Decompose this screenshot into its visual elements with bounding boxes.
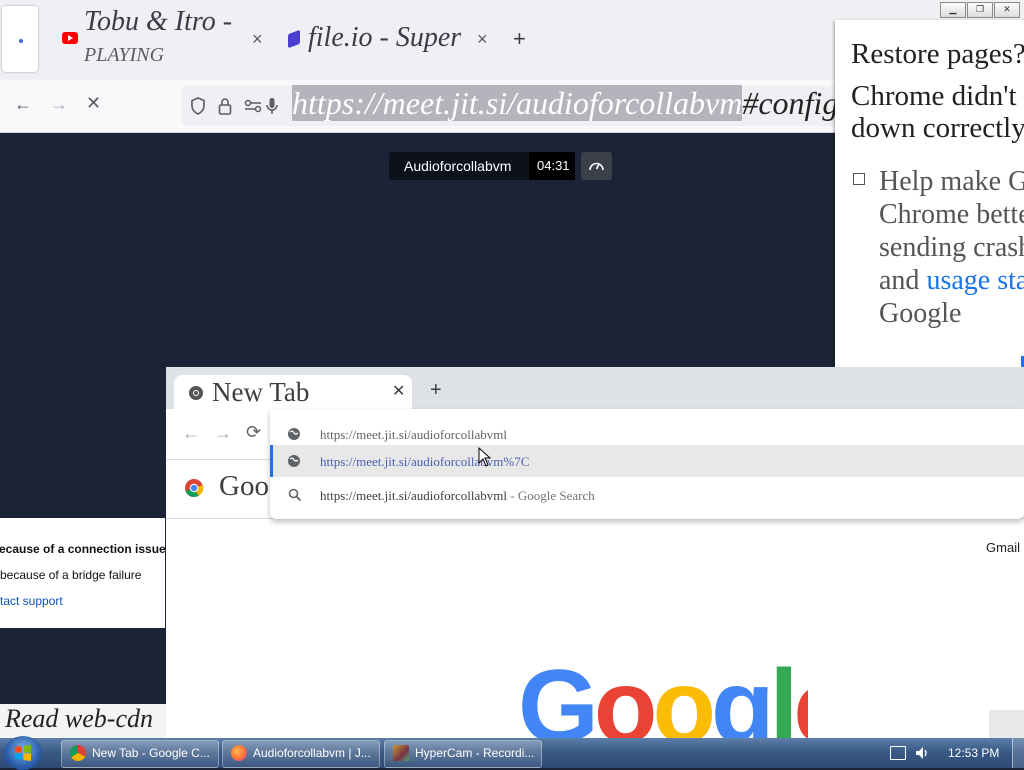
label-line: Google: [879, 298, 962, 329]
label-line: sending crash: [879, 232, 1024, 263]
back-arrow-icon[interactable]: ←: [14, 94, 32, 115]
url-text: https://meet.jit.si/audioforcollabvm#con…: [292, 85, 846, 122]
chrome-tab-bar: New Tab ✕ +: [166, 367, 1024, 409]
hypercam-icon: [393, 745, 409, 761]
url-selected-text: https://meet.jit.si/audioforcollabvm: [292, 85, 743, 121]
contact-support-link[interactable]: tact support: [0, 594, 63, 608]
firefox-icon: [231, 745, 247, 761]
dialog-message-line: down correctly.: [851, 112, 1024, 144]
dialog-message: Chrome didn't s down correctly.: [851, 80, 1024, 144]
conference-info-bar: Audioforcollabvm 04:31: [389, 152, 575, 180]
microphone-icon[interactable]: [266, 97, 278, 115]
label-text: and: [879, 265, 927, 296]
dialog-title: Restore pages?: [851, 38, 1024, 70]
close-window-icon[interactable]: ✕: [994, 2, 1020, 18]
permissions-icon[interactable]: [244, 98, 262, 114]
tab-close-icon[interactable]: ✕: [392, 381, 405, 401]
connection-stats-button[interactable]: [581, 152, 612, 180]
dialog-message-line: Chrome didn't s: [851, 80, 1024, 112]
forward-arrow-icon[interactable]: →: [214, 423, 232, 444]
search-icon: [288, 488, 302, 502]
status-panel: Read web-cdn: [0, 704, 166, 738]
loading-dot-icon: [19, 39, 23, 43]
tab-playing-label: PLAYING: [84, 44, 165, 66]
minimize-icon[interactable]: ▁: [940, 2, 966, 18]
suggestion-text: https://meet.jit.si/audioforcollabvml - …: [320, 488, 595, 504]
google-logo-text: Google: [518, 649, 808, 738]
new-tab-icon[interactable]: +: [430, 379, 442, 402]
taskbar-item-hypercam[interactable]: HyperCam - Recordi...: [384, 740, 542, 768]
omnibox-suggestion[interactable]: https://meet.jit.si/audioforcollabvml - …: [270, 479, 1024, 511]
taskbar: New Tab - Google C... Audioforcollabvm |…: [0, 736, 1024, 770]
error-detail: because of a bridge failure: [0, 568, 142, 582]
crash-report-label: Help make G Chrome bette sending crash a…: [879, 165, 1024, 330]
chrome-icon: [189, 386, 203, 400]
status-text: Read web-cdn: [5, 704, 154, 733]
forward-arrow-icon[interactable]: →: [50, 94, 68, 115]
chrome-icon: [70, 745, 86, 761]
tab-title-fileio[interactable]: file.io - Super: [308, 22, 468, 54]
label-line: Chrome bette: [879, 199, 1024, 230]
mouse-cursor-icon: [478, 447, 492, 467]
taskbar-item-label: HyperCam - Recordi...: [415, 746, 535, 760]
lock-icon[interactable]: [218, 97, 232, 115]
new-tab-icon[interactable]: +: [513, 26, 526, 52]
windows-logo-icon: [15, 745, 31, 761]
label-line: Help make G: [879, 166, 1024, 197]
start-button[interactable]: [4, 736, 42, 770]
tab-close-icon[interactable]: ×: [477, 29, 488, 50]
gmail-link[interactable]: Gmail: [986, 540, 1020, 555]
suggestion-text: https://meet.jit.si/audioforcollabvm%7C: [320, 454, 530, 469]
omnibox-suggestion-selected[interactable]: https://meet.jit.si/audioforcollabvm%7C: [270, 445, 1024, 477]
taskbar-item-label: Audioforcollabvm | J...: [253, 746, 371, 760]
url-fragment-text: #config.: [742, 85, 847, 121]
maximize-icon[interactable]: ❐: [967, 2, 993, 18]
volume-icon[interactable]: [914, 745, 930, 761]
scroll-widget[interactable]: [989, 710, 1024, 738]
connection-error-panel: ecause of a connection issue because of …: [0, 518, 165, 628]
chrome-tab-new-tab[interactable]: New Tab ✕: [174, 375, 412, 409]
stop-icon[interactable]: ✕: [86, 93, 101, 114]
suggestion-suffix: - Google Search: [507, 488, 595, 503]
firefox-active-tab[interactable]: [2, 6, 38, 72]
tab-title-youtube[interactable]: Tobu & Itro -: [84, 6, 244, 38]
suggestion-text: https://meet.jit.si/audioforcollabvml: [320, 427, 508, 442]
conference-timer: 04:31: [537, 158, 570, 173]
globe-icon: [288, 428, 300, 440]
label-line: and usage sta: [879, 264, 1024, 297]
taskbar-item-chrome[interactable]: New Tab - Google C...: [61, 740, 219, 768]
chrome-tab-title: New Tab: [212, 377, 310, 407]
shield-icon[interactable]: [190, 97, 206, 115]
crash-report-checkbox[interactable]: [853, 173, 865, 185]
error-heading: ecause of a connection issue: [0, 542, 165, 556]
globe-icon: [288, 455, 300, 467]
network-icon[interactable]: [890, 746, 906, 760]
tab-close-icon[interactable]: ×: [252, 29, 263, 50]
restore-pages-dialog: Restore pages? Chrome didn't s down corr…: [835, 20, 1024, 418]
chrome-logo-icon: [185, 479, 204, 498]
firefox-url-bar[interactable]: https://meet.jit.si/audioforcollabvm#con…: [182, 85, 846, 126]
fileio-icon: [288, 29, 300, 49]
google-logo: Google: [518, 647, 808, 738]
taskbar-item-firefox[interactable]: Audioforcollabvm | J...: [222, 740, 380, 768]
speedometer-icon: [589, 162, 604, 171]
show-desktop-button[interactable]: [1012, 738, 1024, 768]
youtube-icon: [62, 32, 78, 44]
reload-icon[interactable]: ⟳: [246, 422, 261, 443]
usage-stats-link[interactable]: usage sta: [926, 265, 1024, 296]
omnibox-suggestions: https://meet.jit.si/audioforcollabvml ht…: [270, 409, 1024, 519]
taskbar-item-label: New Tab - Google C...: [92, 746, 210, 760]
room-name: Audioforcollabvm: [404, 158, 512, 174]
back-arrow-icon[interactable]: ←: [182, 423, 200, 444]
clock[interactable]: 12:53 PM: [948, 746, 999, 760]
suggestion-query: https://meet.jit.si/audioforcollabvml: [320, 488, 508, 503]
